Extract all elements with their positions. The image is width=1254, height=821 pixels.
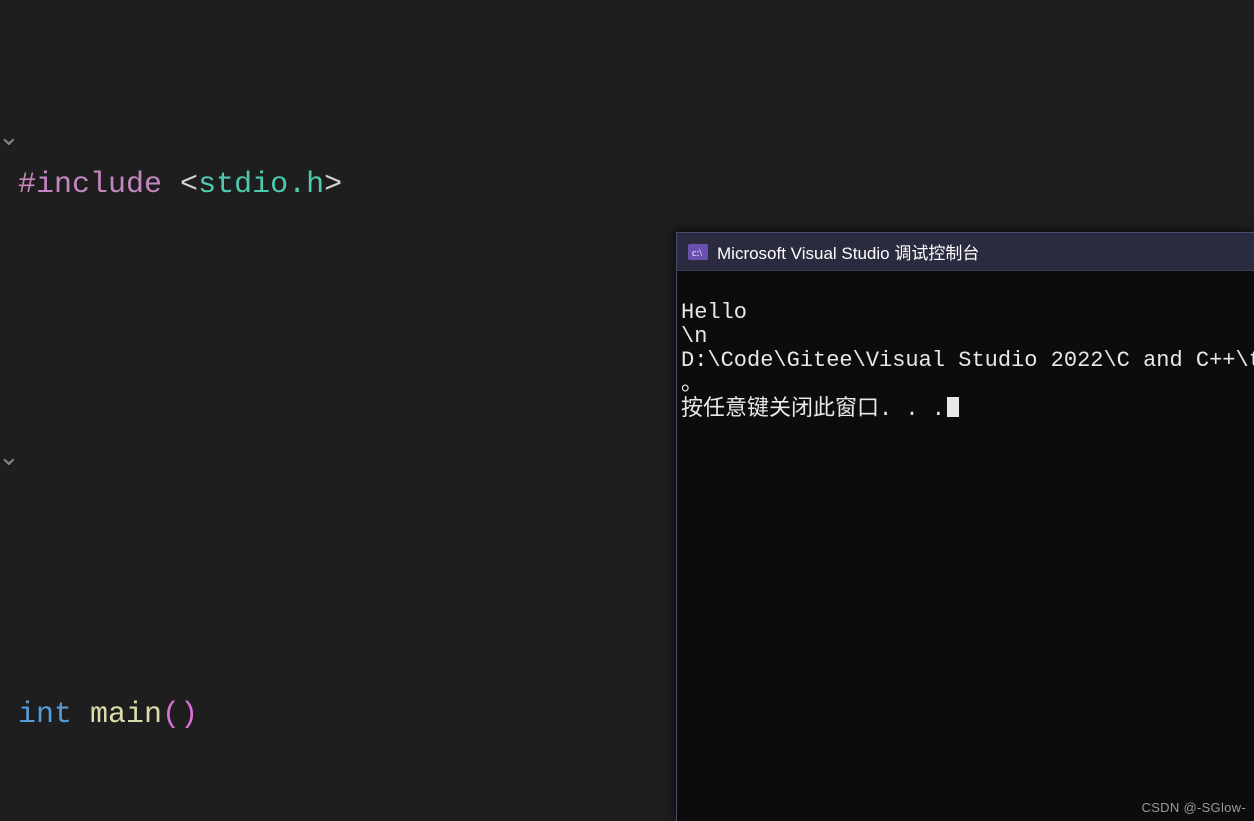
- token-angle-open: <: [180, 168, 198, 202]
- token-header-name: stdio.h: [198, 168, 324, 202]
- token-function: main: [90, 698, 162, 732]
- console-title-text: Microsoft Visual Studio 调试控制台: [717, 239, 979, 264]
- code-line[interactable]: [18, 424, 486, 477]
- code-line[interactable]: #include <stdio.h>: [18, 159, 486, 212]
- svg-text:c:\: c:\: [692, 248, 702, 259]
- fold-icon[interactable]: ⌄: [0, 432, 20, 485]
- code-line[interactable]: int main(): [18, 689, 486, 742]
- editor-gutter: ⌄ ⌄: [0, 0, 12, 821]
- console-app-icon: c:\: [687, 243, 709, 261]
- console-line: 。: [681, 372, 703, 397]
- debug-console-window[interactable]: c:\ Microsoft Visual Studio 调试控制台 Hello …: [676, 232, 1254, 821]
- watermark-text: CSDN @-SGlow-: [1142, 800, 1247, 815]
- console-line: Hello: [681, 300, 747, 325]
- console-line: \n: [681, 324, 707, 349]
- token-keyword: int: [18, 698, 72, 732]
- fold-icon[interactable]: ⌄: [0, 112, 20, 165]
- console-output[interactable]: Hello \n D:\Code\Gitee\Visual Studio 202…: [677, 271, 1254, 450]
- console-line: D:\Code\Gitee\Visual Studio 2022\C and C…: [681, 348, 1254, 373]
- token-paren: ): [180, 698, 198, 732]
- token-paren: (: [162, 698, 180, 732]
- console-line: 按任意键关闭此窗口. . .: [681, 397, 945, 422]
- token-angle-close: >: [324, 168, 342, 202]
- code-body[interactable]: #include <stdio.h> int main() { char arr…: [18, 0, 486, 821]
- console-titlebar[interactable]: c:\ Microsoft Visual Studio 调试控制台: [677, 233, 1254, 271]
- token-preprocessor: #include: [18, 168, 162, 202]
- console-cursor: [947, 397, 959, 417]
